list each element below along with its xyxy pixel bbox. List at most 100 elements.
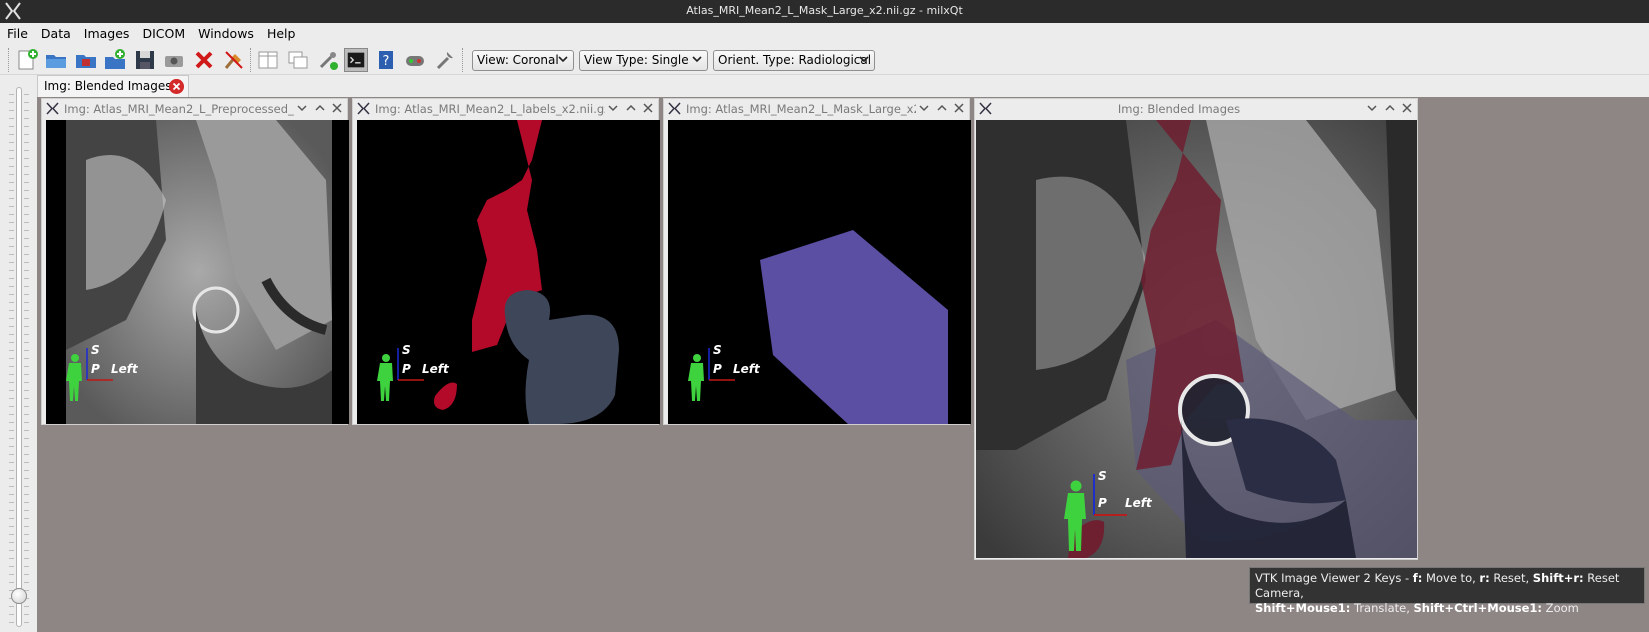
chevron-down-icon [859,56,869,63]
view-combo[interactable]: View: Coronal [472,50,574,71]
tooltip-line-1: VTK Image Viewer 2 Keys - f: Move to, r:… [1255,571,1639,601]
save-icon[interactable] [133,48,157,72]
slice-slider-track[interactable] [16,87,22,627]
pipette-icon[interactable] [316,48,340,72]
chevron-down-icon[interactable] [1367,103,1377,113]
tab-blended-images[interactable]: Img: Blended Images [37,75,189,97]
chevron-down-icon[interactable] [919,103,929,113]
human-figure-icon [377,354,393,401]
subwindow-titlebar[interactable]: Img: Blended Images [975,99,1417,119]
x-logo-icon [668,102,681,115]
tooltip-line-2: Shift+Mouse1: Translate, Shift+Ctrl+Mous… [1255,601,1639,616]
posterior-label: P [402,362,411,376]
orientation-marker: S P Left [1064,469,1153,551]
toolbar: ? View: Coronal View Type: Single Orient… [0,45,1649,75]
svg-text:?: ? [383,54,390,69]
close-icon[interactable] [332,103,342,113]
x-logo-icon [46,102,59,115]
subwindow-title: Img: Blended Images [1117,102,1241,116]
chevron-down-icon [692,56,702,63]
menu-data[interactable]: Data [34,23,77,45]
left-label: Left [111,362,139,376]
key-help-tooltip: VTK Image Viewer 2 Keys - f: Move to, r:… [1249,567,1645,615]
close-icon[interactable] [643,103,653,113]
chevron-up-icon[interactable] [315,103,325,113]
posterior-label: P [91,362,100,376]
tab-bar: Img: Blended Images [37,75,1649,97]
open-series-icon[interactable] [74,48,98,72]
subwindow-title: Img: Atlas_MRI_Mean2_L_Mask_Large_x2... [686,102,916,116]
blended-image [976,120,1417,558]
tools-icon[interactable] [433,48,457,72]
tooltip-key: Shift+Mouse1: [1255,601,1351,615]
subwindow-titlebar[interactable]: Img: Atlas_MRI_Mean2_L_labels_x2.nii.gz [353,99,658,119]
toolbar-grip [8,48,10,72]
open-folder-icon[interactable] [44,48,68,72]
image-viewport-blended[interactable] [976,120,1417,558]
menu-dicom[interactable]: DICOM [135,23,191,45]
chevron-up-icon[interactable] [1385,103,1395,113]
view-type-combo-value: View Type: Single [584,53,689,67]
chevron-up-icon[interactable] [937,103,947,113]
tooltip-desc: Reset, [1489,571,1533,585]
posterior-label: P [1098,496,1107,510]
menu-bar: File Data Images DICOM Windows Help [0,23,1649,45]
tooltip-key: Shift+Ctrl+Mouse1: [1413,601,1543,615]
left-label: Left [733,362,761,376]
orient-type-combo[interactable]: Orient. Type: Radiological [713,50,875,71]
subwindow-blended[interactable]: Img: Blended Images [974,98,1418,560]
help-icon[interactable]: ? [374,48,398,72]
view-type-combo[interactable]: View Type: Single [579,50,708,71]
left-label: Left [422,362,450,376]
chevron-down-icon[interactable] [608,103,618,113]
tooltip-key: r: [1479,571,1490,585]
close-icon[interactable] [954,103,964,113]
subwindow-titlebar[interactable]: Img: Atlas_MRI_Mean2_L_Mask_Large_x2... [664,99,969,119]
tile-icon[interactable] [256,48,280,72]
x-logo-icon [357,102,370,115]
menu-images[interactable]: Images [77,23,136,45]
slice-slider-panel [0,75,37,632]
new-file-icon[interactable] [15,48,39,72]
orientation-marker: S P Left [66,343,139,401]
clean-icon[interactable] [222,48,246,72]
chevron-down-icon [558,56,568,63]
superior-label: S [1098,469,1107,483]
subwindow-title: Img: Atlas_MRI_Mean2_L_labels_x2.nii.gz [375,102,605,116]
tooltip-desc: Move to, [1422,571,1480,585]
title-bar: Atlas_MRI_Mean2_L_Mask_Large_x2.nii.gz -… [0,0,1649,23]
cascade-icon[interactable] [286,48,310,72]
chevron-down-icon[interactable] [297,103,307,113]
subwindow-title: Img: Atlas_MRI_Mean2_L_Preprocessed_... [64,102,294,116]
left-label: Left [1125,496,1153,510]
view-combo-value: View: Coronal [477,53,559,67]
close-icon[interactable] [1402,103,1412,113]
superior-label: S [91,343,100,357]
terminal-icon[interactable] [344,48,368,72]
toolbar-separator [250,48,252,72]
screenshot-icon[interactable] [162,48,186,72]
tooltip-key: Shift+r: [1532,571,1584,585]
window-title: Atlas_MRI_Mean2_L_Mask_Large_x2.nii.gz -… [686,4,963,17]
controller-icon[interactable] [403,48,427,72]
superior-label: S [713,343,722,357]
chevron-up-icon[interactable] [626,103,636,113]
tooltip-desc: Zoom [1542,601,1579,615]
tab-label: Img: Blended Images [44,79,172,93]
menu-windows[interactable]: Windows [191,23,260,45]
posterior-label: P [713,362,722,376]
close-icon[interactable] [192,48,216,72]
toolbar-separator [462,48,464,72]
menu-help[interactable]: Help [260,23,302,45]
open-add-icon[interactable] [103,48,127,72]
tooltip-key: f: [1412,571,1423,585]
orientation-marker: S P Left [688,343,761,401]
close-tab-icon[interactable] [169,79,184,94]
tooltip-desc: Translate, [1350,601,1414,615]
menu-file[interactable]: File [0,23,34,45]
human-figure-icon [66,354,82,401]
superior-label: S [402,343,411,357]
subwindow-titlebar[interactable]: Img: Atlas_MRI_Mean2_L_Preprocessed_... [42,99,347,119]
slice-slider-handle[interactable] [11,588,27,604]
orient-type-combo-value: Orient. Type: Radiological [718,53,872,67]
